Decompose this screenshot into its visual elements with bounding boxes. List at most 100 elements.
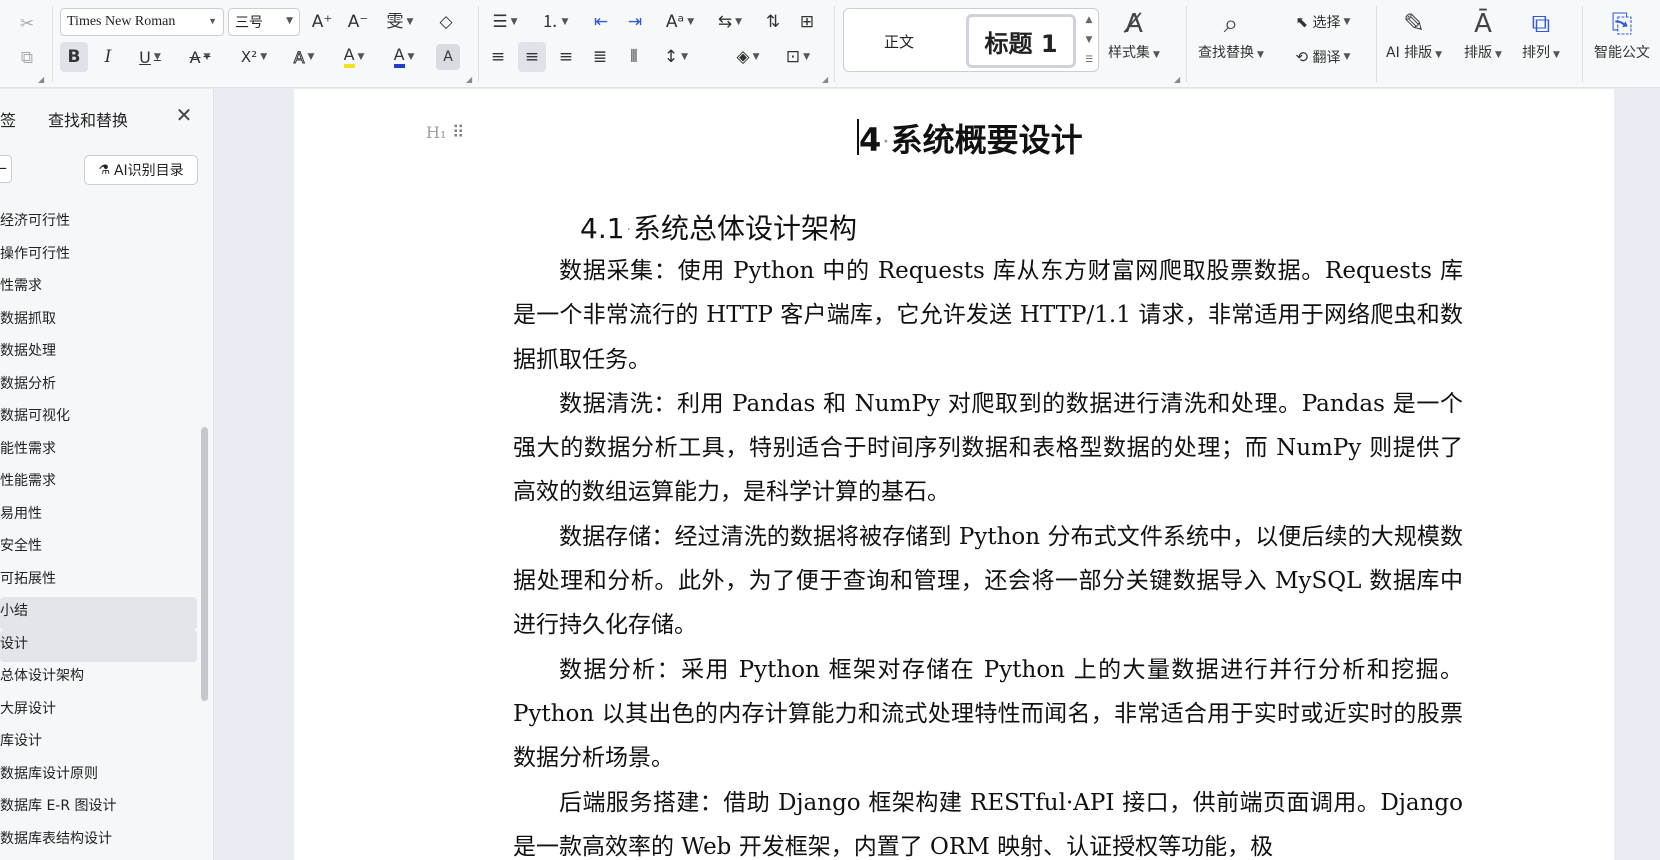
grow-font-button[interactable]: A⁺ [308, 8, 336, 36]
text-direction-button[interactable]: ⇆ ▼ [710, 8, 750, 36]
italic-button[interactable]: I [94, 42, 122, 72]
shading-button[interactable]: ◈ ▼ [726, 42, 770, 72]
toc-item[interactable]: 总体设计架构 [0, 662, 200, 695]
search-icon: ⌕ [1223, 9, 1239, 39]
sidebar-scrollbar[interactable] [201, 427, 208, 701]
phonetic-guide-button[interactable]: 雯 ▼ [380, 8, 420, 36]
distributed-button[interactable]: ⫴ [620, 42, 648, 72]
arrange-icon: ⧉ [1531, 9, 1551, 39]
strikethrough-button[interactable]: A ▼ [180, 42, 220, 72]
toc-item[interactable]: 可拓展性 [0, 565, 200, 598]
toc-item[interactable]: 性能需求 [0, 467, 200, 500]
paragraph[interactable]: 数据分析：采用 Python 框架对存储在 Python 上的大量数据进行并行分… [513, 648, 1463, 781]
toc-item[interactable]: 操作可行性 [0, 240, 200, 273]
toc-item[interactable]: 数据抓取 [0, 305, 200, 338]
toc-item[interactable]: 能性需求 [0, 435, 200, 468]
font-color-icon: A [393, 46, 405, 68]
toc-item[interactable]: 数据库设计原则 [0, 760, 200, 793]
tab-find-replace[interactable]: 查找和替换 [48, 107, 128, 131]
select-button[interactable]: ⬉ 选择 ▼ [1286, 8, 1360, 36]
clear-format-button[interactable]: ◇ [432, 8, 460, 36]
toc-item[interactable]: 小结 [0, 597, 197, 630]
align-left-button[interactable]: ≡ [484, 42, 512, 72]
toc-item[interactable]: 经济可行性 [0, 207, 200, 240]
toc-item[interactable]: 库设计 [0, 727, 200, 760]
heading-2[interactable]: 4.1 ·系统总体设计架构 [580, 207, 857, 247]
style-normal[interactable]: 正文 [854, 21, 944, 61]
ai-toc-button[interactable]: ⚗ AI识别目录 [84, 155, 198, 185]
paragraph-launcher-icon[interactable]: ◢ [822, 75, 828, 84]
close-icon[interactable]: ✕ [172, 103, 196, 127]
justify-button[interactable]: ≣ [586, 42, 614, 72]
document-page[interactable]: H₁ ⠿ 4 ·系统概要设计 4.1 ·系统总体设计架构 数据采集：使用 Pytho… [294, 89, 1614, 860]
align-right-button[interactable]: ≡ [552, 42, 580, 72]
underline-button[interactable]: U ▼ [130, 42, 170, 72]
align-center-button[interactable]: ≡ [518, 42, 546, 72]
toc-item[interactable]: 性需求 [0, 272, 200, 305]
text-effects-button[interactable]: A ▼ [284, 42, 324, 72]
select-label: 选择 [1312, 15, 1341, 31]
highlight-button[interactable]: A ▼ [334, 42, 374, 72]
toc-item[interactable]: 安全性 [0, 532, 200, 565]
font-family-select[interactable]: Times New Roman ▼ [60, 8, 224, 36]
font-color-button[interactable]: A ▼ [384, 42, 424, 72]
toc-item[interactable]: 设计 [0, 629, 197, 662]
font-launcher-icon[interactable]: ◢ [466, 75, 472, 84]
style-heading-1[interactable]: 标题 1 [966, 14, 1076, 68]
arrange-button[interactable]: ⧉ 排列 ▼ [1522, 6, 1560, 62]
toc-item[interactable]: 数据处理 [0, 337, 200, 370]
find-replace-button[interactable]: ⌕ 查找替换 ▼ [1198, 6, 1264, 62]
layout-label: 排版 [1464, 45, 1492, 61]
superscript-button[interactable]: X² ▼ [232, 42, 276, 72]
layout-button[interactable]: Ā 排版 ▼ [1464, 6, 1502, 62]
toc-item[interactable]: 大屏设计 [0, 695, 200, 728]
cut-button[interactable]: ✂ [14, 10, 40, 38]
decrease-indent-button[interactable]: ⇤ [588, 8, 614, 36]
chevron-down-icon: ▼ [1343, 52, 1351, 62]
toc-item[interactable]: 易用性 [0, 500, 200, 533]
text-effects-icon: A [293, 47, 305, 67]
chevron-down-icon: ▼ [406, 17, 414, 27]
paragraph[interactable]: 数据清洗：利用 Pandas 和 NumPy 对爬取到的数据进行清洗和处理。Pa… [513, 382, 1463, 515]
bullet-list-icon: ☰ [492, 11, 508, 32]
borders-button[interactable]: ⊡ ▼ [778, 42, 818, 72]
navigation-sidebar: 书签 查找和替换 ✕ – ⚗ AI识别目录 经济可行性 操作可行性 性需求 数据… [0, 89, 214, 860]
heading-1[interactable]: 4 ·系统概要设计 [859, 115, 1083, 161]
tab-bookmarks[interactable]: 书签 [0, 107, 16, 131]
char-shading-button[interactable]: A [436, 44, 460, 70]
paragraph[interactable]: 数据存储：经过清洗的数据将被存储到 Python 分布式文件系统中，以便后续的大… [513, 515, 1463, 648]
toc-item[interactable]: 数据库表结构设计 [0, 825, 200, 858]
gallery-down-icon[interactable]: ▼ [1082, 35, 1096, 45]
style-set-button[interactable]: A̸ 样式集 ▼ [1108, 6, 1160, 62]
drag-handle-icon[interactable]: ⠿ [452, 123, 465, 143]
chevron-down-icon: ▼ [561, 17, 569, 27]
increase-indent-button[interactable]: ⇥ [622, 8, 648, 36]
numbering-button[interactable]: ⒈ ▼ [536, 8, 574, 36]
styles-launcher-icon[interactable]: ◢ [1174, 75, 1180, 84]
gallery-up-icon[interactable]: ▲ [1082, 15, 1096, 25]
translate-button[interactable]: ⟲ 翻译 ▼ [1286, 42, 1360, 72]
paragraph[interactable]: 后端服务搭建：借助 Django 框架构建 RESTful·API 接口，供前端… [513, 781, 1463, 860]
shrink-font-button[interactable]: A⁻ [344, 8, 372, 36]
clipboard-launcher-icon[interactable]: ◢ [38, 75, 44, 84]
copy-button[interactable]: ⧉ [14, 44, 40, 72]
chevron-down-icon: ▼ [687, 17, 695, 27]
change-case-button[interactable]: Aᵃ ▼ [660, 8, 700, 36]
collapse-button[interactable]: – [0, 155, 12, 183]
bullets-button[interactable]: ☰ ▼ [486, 8, 524, 36]
font-size-select[interactable]: 三号 ▼ [228, 8, 300, 36]
sort-button[interactable]: ⇅ [760, 8, 786, 36]
bold-button[interactable]: B [60, 42, 88, 72]
toc-item[interactable]: 数据库 E-R 图设计 [0, 792, 200, 825]
show-marks-button[interactable]: ⊞ [794, 8, 820, 36]
paragraph[interactable]: 数据采集：使用 Python 中的 Requests 库从东方财富网爬取股票数据… [513, 249, 1463, 382]
toc-item[interactable]: 数据分析 [0, 370, 200, 403]
ai-layout-button[interactable]: ✎ AI 排版 ▼ [1386, 6, 1442, 62]
body-text[interactable]: 数据采集：使用 Python 中的 Requests 库从东方财富网爬取股票数据… [513, 249, 1463, 860]
toc-item[interactable]: 数据可视化 [0, 402, 200, 435]
smart-doc-button[interactable]: ⎘ 智能公文 [1594, 6, 1650, 62]
chevron-down-icon: ▼ [803, 52, 811, 62]
line-spacing-button[interactable]: ↕ ▼ [656, 42, 696, 72]
gallery-more-icon[interactable]: ☰ [1082, 55, 1096, 65]
style-set-label: 样式集 [1108, 45, 1150, 61]
